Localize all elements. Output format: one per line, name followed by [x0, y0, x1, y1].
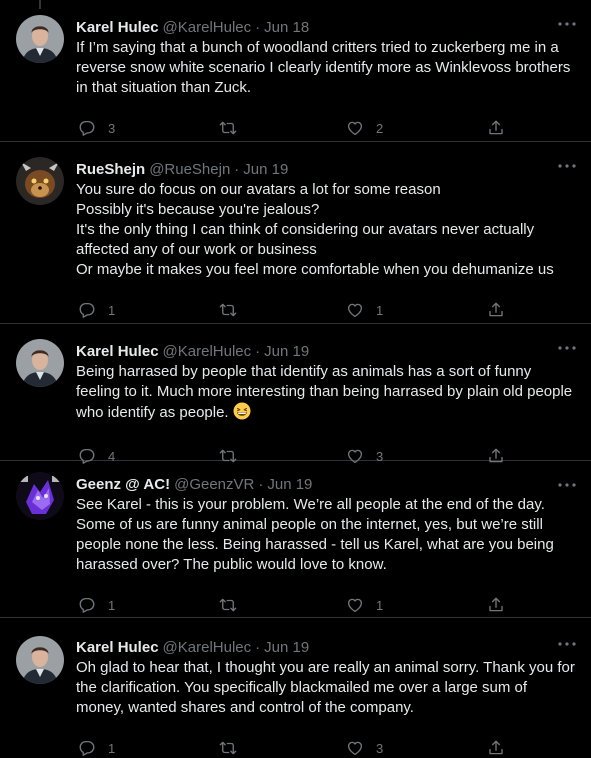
reply-count: 1	[108, 597, 116, 613]
reply-button[interactable]: 1	[78, 739, 218, 757]
display-name[interactable]: Karel Hulec	[76, 343, 159, 360]
display-name[interactable]: Karel Hulec	[76, 639, 159, 656]
separator: ·	[255, 342, 261, 360]
share-icon	[489, 740, 503, 755]
share-icon	[489, 597, 503, 612]
share-icon	[489, 120, 503, 135]
tweet-text-line: Possibly it's because you're jealous?	[76, 201, 320, 218]
retweet-icon	[219, 121, 237, 135]
display-name[interactable]: Karel Hulec	[76, 19, 159, 36]
tweet-date[interactable]: Jun 19	[264, 343, 309, 360]
reply-button[interactable]: 1	[78, 596, 218, 614]
like-icon	[347, 598, 363, 613]
display-name[interactable]: Geenz @ AC!	[76, 476, 170, 493]
tweet-text-line: Being harrased by people that identify a…	[76, 362, 575, 426]
like-icon	[347, 741, 363, 756]
tweet-text-line: Oh glad to hear that, I thought you are …	[76, 659, 575, 716]
retweet-button[interactable]	[218, 739, 346, 757]
reply-icon	[79, 597, 95, 613]
tweet-text-line: Or maybe it makes you feel more comforta…	[76, 261, 554, 278]
more-icon[interactable]	[557, 634, 577, 654]
like-button[interactable]: 1	[346, 596, 487, 614]
retweet-icon	[219, 303, 237, 317]
separator: ·	[255, 638, 261, 656]
tweet-text-line: It's the only thing I can think of consi…	[76, 221, 535, 258]
more-icon[interactable]	[557, 338, 577, 358]
grinning-squinting-face-icon	[233, 402, 251, 426]
share-button[interactable]	[487, 301, 505, 319]
tweet-text-line: If I’m saying that a bunch of woodland c…	[76, 39, 571, 96]
retweet-icon	[219, 741, 237, 755]
avatar[interactable]	[16, 15, 64, 63]
tweet-text-content: Being harrased by people that identify a…	[76, 363, 573, 421]
reply-icon	[79, 120, 95, 136]
like-count: 1	[376, 302, 384, 318]
tweet-text: You sure do focus on our avatars a lot f…	[76, 180, 575, 280]
reply-icon	[79, 302, 95, 318]
retweet-button[interactable]	[218, 119, 346, 137]
more-icon[interactable]	[557, 156, 577, 176]
user-handle[interactable]: @KarelHulec	[163, 639, 252, 656]
like-button[interactable]: 3	[346, 739, 487, 757]
reply-button[interactable]: 3	[78, 119, 218, 137]
tweet-date[interactable]: Jun 19	[264, 639, 309, 656]
user-handle[interactable]: @GeenzVR	[174, 476, 254, 493]
separator: ·	[255, 18, 261, 36]
tweet-actions: 3 2	[78, 118, 575, 138]
user-handle[interactable]: @KarelHulec	[163, 19, 252, 36]
tweet-text: See Karel - this is your problem. We’re …	[76, 495, 575, 575]
like-button[interactable]: 2	[346, 119, 487, 137]
tweet-text-line: You sure do focus on our avatars a lot f…	[76, 181, 441, 198]
separator: ·	[234, 160, 240, 178]
share-icon	[489, 302, 503, 317]
tweet[interactable]: Karel Hulec @KarelHulec · Jun 19 Oh glad…	[0, 618, 591, 756]
tweet[interactable]: Karel Hulec @KarelHulec · Jun 18 If I’m …	[0, 0, 591, 142]
tweet[interactable]: Karel Hulec @KarelHulec · Jun 19 Being h…	[0, 324, 591, 464]
avatar[interactable]	[16, 157, 64, 205]
like-count: 2	[376, 120, 384, 136]
tweet[interactable]: Geenz @ AC! @GeenzVR · Jun 19 See Karel …	[0, 461, 591, 618]
share-button[interactable]	[487, 596, 505, 614]
reply-button[interactable]: 1	[78, 301, 218, 319]
reply-icon	[79, 740, 95, 756]
share-button[interactable]	[487, 739, 505, 757]
more-icon[interactable]	[557, 14, 577, 34]
separator: ·	[258, 475, 264, 493]
tweet-date[interactable]: Jun 18	[264, 19, 309, 36]
avatar[interactable]	[16, 636, 64, 684]
reply-count: 3	[108, 120, 116, 136]
tweet-text: Oh glad to hear that, I thought you are …	[76, 658, 575, 718]
tweet-actions: 1 3	[78, 738, 575, 758]
retweet-button[interactable]	[218, 301, 346, 319]
user-handle[interactable]: @RueShejn	[149, 161, 230, 178]
tweet-actions: 1 1	[78, 595, 575, 615]
tweet-date[interactable]: Jun 19	[243, 161, 288, 178]
tweet-date[interactable]: Jun 19	[267, 476, 312, 493]
tweet-text-line: See Karel - this is your problem. We’re …	[76, 496, 554, 573]
avatar[interactable]	[16, 339, 64, 387]
tweet-actions: 1 1	[78, 300, 575, 320]
more-icon[interactable]	[557, 475, 577, 495]
user-handle[interactable]: @KarelHulec	[163, 343, 252, 360]
tweet[interactable]: RueShejn @RueShejn · Jun 19 You sure do …	[0, 142, 591, 324]
display-name[interactable]: RueShejn	[76, 161, 145, 178]
like-icon	[347, 303, 363, 318]
tweet-text: If I’m saying that a bunch of woodland c…	[76, 38, 575, 98]
share-button[interactable]	[487, 119, 505, 137]
like-button[interactable]: 1	[346, 301, 487, 319]
retweet-button[interactable]	[218, 596, 346, 614]
like-icon	[347, 121, 363, 136]
retweet-icon	[219, 598, 237, 612]
avatar[interactable]	[16, 472, 64, 520]
like-count: 1	[376, 597, 384, 613]
tweet-text: Being harrased by people that identify a…	[76, 362, 575, 426]
reply-count: 1	[108, 302, 116, 318]
